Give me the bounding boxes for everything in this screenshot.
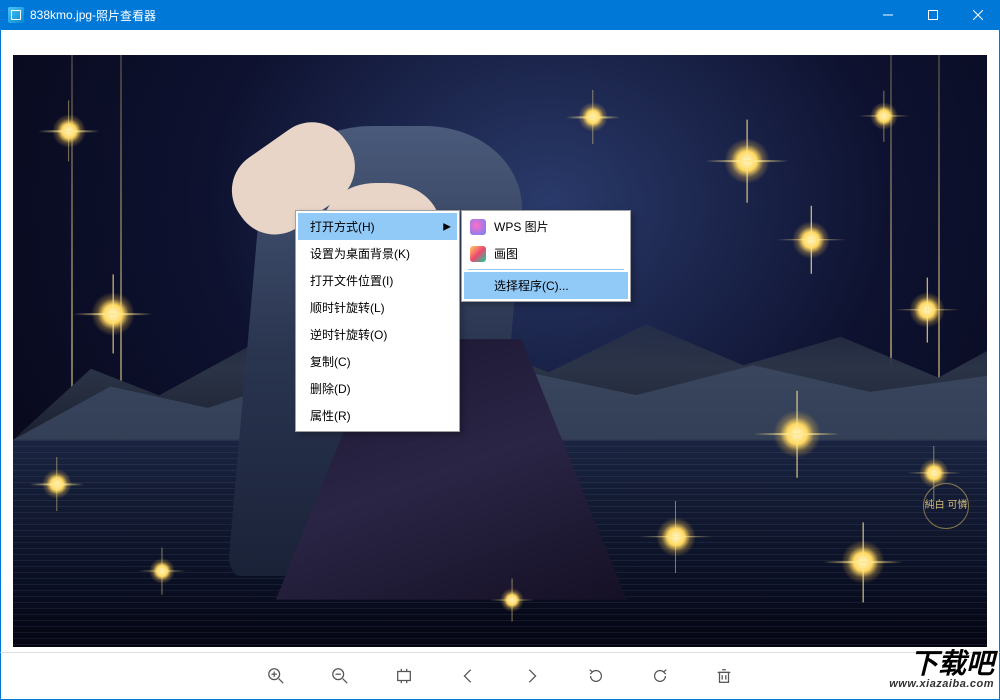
previous-button[interactable] <box>456 664 480 688</box>
context-menu[interactable]: 打开方式(H) ▶ 设置为桌面背景(K) 打开文件位置(I) 顺时针旋转(L) … <box>295 210 460 432</box>
open-with-submenu[interactable]: WPS 图片 画图 选择程序(C)... <box>461 210 631 302</box>
maximize-button[interactable] <box>910 0 955 30</box>
rotate-cw-button[interactable] <box>648 664 672 688</box>
rotate-ccw-button[interactable] <box>584 664 608 688</box>
menu-copy[interactable]: 复制(C) <box>298 348 457 375</box>
window-title-appname: 照片查看器 <box>96 7 156 24</box>
submenu-separator <box>468 269 624 270</box>
submenu-choose-program[interactable]: 选择程序(C)... <box>464 272 628 299</box>
app-icon <box>8 7 24 23</box>
menu-set-wallpaper[interactable]: 设置为桌面背景(K) <box>298 240 457 267</box>
window-title-filename: 838kmo.jpg <box>30 8 92 22</box>
minimize-button[interactable] <box>865 0 910 30</box>
menu-delete[interactable]: 删除(D) <box>298 375 457 402</box>
menu-open-with[interactable]: 打开方式(H) ▶ <box>298 213 457 240</box>
submenu-arrow-icon: ▶ <box>443 221 451 232</box>
submenu-paint[interactable]: 画图 <box>464 240 628 267</box>
zoom-out-button[interactable] <box>328 664 352 688</box>
submenu-wps-image[interactable]: WPS 图片 <box>464 213 628 240</box>
menu-rotate-ccw[interactable]: 逆时针旋转(O) <box>298 321 457 348</box>
next-button[interactable] <box>520 664 544 688</box>
menu-rotate-cw[interactable]: 顺时针旋转(L) <box>298 294 457 321</box>
fit-screen-button[interactable] <box>392 664 416 688</box>
titlebar: 838kmo.jpg - 照片查看器 <box>0 0 1000 30</box>
image-canvas[interactable]: 純白 可憐 <box>13 55 987 647</box>
zoom-in-button[interactable] <box>264 664 288 688</box>
paint-icon <box>470 246 486 262</box>
delete-button[interactable] <box>712 664 736 688</box>
image-watermark: 純白 可憐 <box>923 483 969 529</box>
menu-open-location[interactable]: 打开文件位置(I) <box>298 267 457 294</box>
menu-item-label: 打开方式(H) <box>310 220 375 234</box>
wps-icon <box>470 219 486 235</box>
bottom-toolbar <box>0 652 1000 700</box>
menu-properties[interactable]: 属性(R) <box>298 402 457 429</box>
content-area: 純白 可憐 打开方式(H) ▶ 设置为桌面背景(K) 打开文件位置(I) 顺时针… <box>0 30 1000 652</box>
close-button[interactable] <box>955 0 1000 30</box>
